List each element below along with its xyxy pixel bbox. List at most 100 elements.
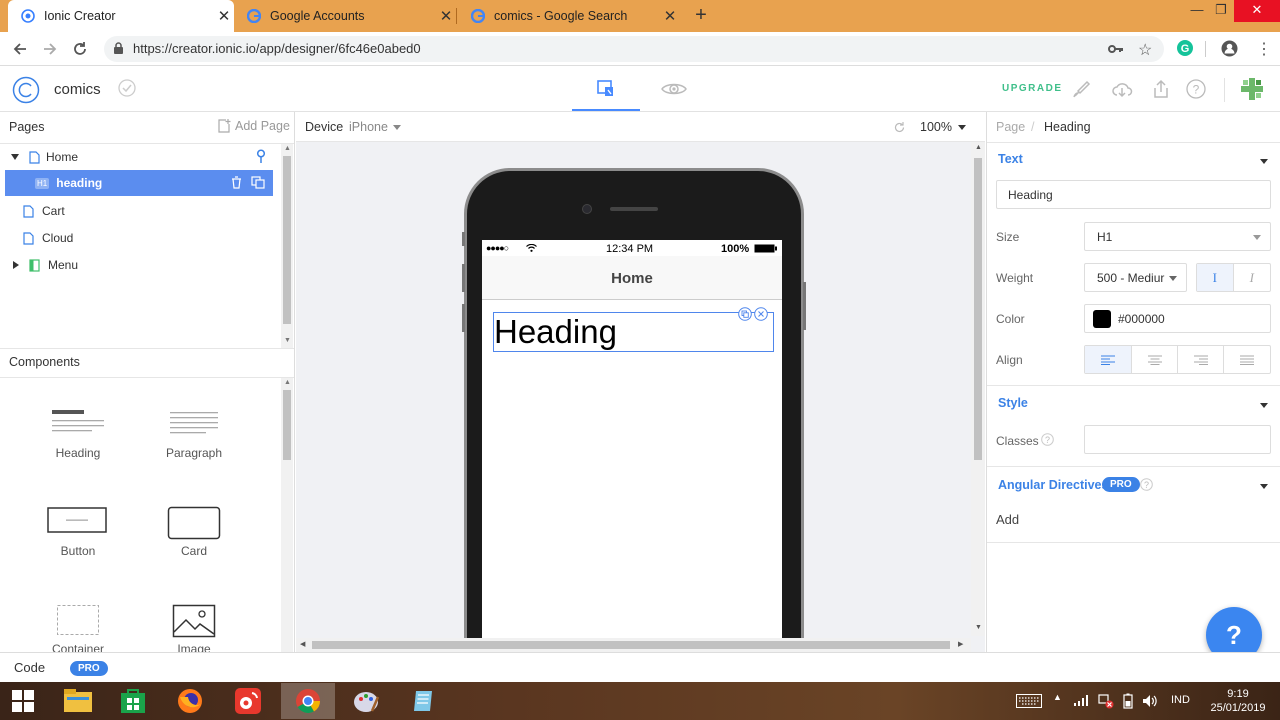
cloud-download-icon[interactable] [1110,77,1134,101]
zoom-select[interactable]: 100% [920,120,966,134]
classes-input[interactable] [1084,425,1271,454]
device-select[interactable]: iPhone [349,120,401,134]
keyboard-icon[interactable] [1016,694,1042,708]
canvas-vertical-scrollbar[interactable]: ▲ ▼ [971,142,985,636]
scroll-up-arrow-icon[interactable]: ▲ [284,145,291,152]
remove-element-icon[interactable] [754,307,768,321]
scroll-left-arrow-icon[interactable]: ◀ [300,640,305,648]
volume-icon[interactable] [1142,693,1158,709]
duplicate-icon[interactable] [251,176,265,189]
components-scrollbar[interactable]: ▲ [281,378,293,652]
preview-eye-icon[interactable] [660,77,688,101]
show-hidden-icons-icon[interactable]: ▲ [1053,692,1062,702]
tree-item-home[interactable]: Home [5,144,273,170]
tree-item-menu[interactable]: Menu [5,252,273,278]
angular-help-icon[interactable]: ? [1140,478,1153,491]
align-left-icon[interactable] [1085,346,1132,373]
store-icon[interactable] [106,683,160,719]
weight-select[interactable]: 500 - Mediur [1084,263,1187,292]
tab-ionic-creator[interactable]: Ionic Creator ✕ [8,0,234,32]
scroll-up-arrow-icon[interactable]: ▲ [975,144,982,151]
restore-window-button[interactable]: ❐ [1206,0,1236,22]
selected-heading-element[interactable]: Heading [493,307,774,352]
component-button[interactable]: Button [23,506,133,558]
section-collapse-caret-icon[interactable] [1260,484,1268,489]
tree-item-cart[interactable]: Cart [5,198,273,224]
url-text[interactable]: https://creator.ionic.io/app/designer/6f… [133,41,421,56]
add-directive-button[interactable]: Add [996,512,1019,527]
component-heading[interactable]: Heading [23,408,133,460]
code-button[interactable]: Code [14,660,45,675]
tab-google-accounts[interactable]: Google Accounts ✕ [234,0,456,32]
back-icon[interactable] [10,39,30,59]
add-page-button[interactable]: Add Page [217,119,290,133]
align-right-icon[interactable] [1178,346,1224,373]
file-explorer-icon[interactable] [51,683,105,719]
collapse-caret-icon[interactable] [13,261,27,269]
bookmark-star-icon[interactable]: ☆ [1138,40,1152,60]
firefox-icon[interactable] [163,683,217,719]
duplicate-element-icon[interactable] [738,307,752,321]
component-card[interactable]: Card [139,506,249,558]
text-input[interactable]: Heading [996,180,1271,209]
text-section-title[interactable]: Text [998,152,1023,166]
paint-app-icon[interactable] [339,683,393,719]
account-icon[interactable] [1221,40,1238,57]
align-justify-icon[interactable] [1224,346,1270,373]
tree-item-heading[interactable]: H1 heading [5,170,273,196]
component-image[interactable]: Image [139,604,249,656]
close-tab-icon[interactable]: ✕ [660,7,680,25]
canvas-horizontal-scrollbar[interactable]: ◀ ▶ [296,638,971,652]
color-swatch[interactable] [1093,309,1111,328]
heading-preview-text[interactable]: Heading [494,313,617,351]
component-container[interactable]: Container [23,604,133,656]
scroll-down-arrow-icon[interactable]: ▼ [975,624,982,631]
pages-scroll-thumb[interactable] [283,156,291,324]
canvas-v-scroll-thumb[interactable] [974,158,982,460]
scroll-right-arrow-icon[interactable]: ▶ [958,640,963,648]
tab-google-search[interactable]: comics - Google Search ✕ [458,0,680,32]
system-clock[interactable]: 9:19 25/01/2019 [1198,687,1278,715]
help-circle-icon[interactable]: ? [1184,77,1208,101]
breadcrumb-page[interactable]: Page [996,120,1025,134]
reload-icon[interactable] [70,39,90,59]
home-pin-icon[interactable] [256,149,266,163]
new-tab-button[interactable]: + [690,4,712,26]
input-language[interactable]: IND [1171,694,1190,706]
close-tab-icon[interactable]: ✕ [436,7,456,25]
designer-mode-icon[interactable] [594,77,618,101]
scroll-up-arrow-icon[interactable]: ▲ [284,379,291,386]
classes-help-icon[interactable]: ? [1041,433,1054,446]
expand-caret-icon[interactable] [11,154,25,160]
close-window-button[interactable]: ✕ [1234,0,1280,22]
grammarly-icon[interactable]: G [1177,40,1193,56]
angular-directives-title[interactable]: Angular Directives [998,478,1108,492]
weibo-app-icon[interactable] [221,683,275,719]
theme-brush-icon[interactable] [1070,77,1094,101]
size-select[interactable]: H1 [1084,222,1271,251]
upgrade-button[interactable]: UPGRADE [1002,83,1063,94]
project-name[interactable]: comics [54,81,101,98]
align-center-icon[interactable] [1132,346,1178,373]
user-avatar-icon[interactable] [1240,77,1264,101]
component-paragraph[interactable]: Paragraph [139,408,249,460]
network-error-icon[interactable] [1098,693,1114,709]
scroll-down-arrow-icon[interactable]: ▼ [284,337,291,344]
tree-item-cloud[interactable]: Cloud [5,225,273,251]
battery-status-icon[interactable] [1121,693,1135,709]
browser-menu-icon[interactable]: ⋮ [1256,39,1272,59]
ionic-logo-icon[interactable] [12,76,40,104]
color-input[interactable]: #000000 [1084,304,1271,333]
forward-icon[interactable] [40,39,60,59]
italic-toggle-icon[interactable]: I [1234,264,1271,291]
close-tab-icon[interactable]: ✕ [214,7,234,25]
notes-app-icon[interactable] [397,683,451,719]
delete-trash-icon[interactable] [231,176,242,189]
serif-italic-toggle-icon[interactable]: I [1197,264,1234,291]
windows-start-icon[interactable] [0,683,46,719]
section-collapse-caret-icon[interactable] [1260,403,1268,408]
rotate-icon[interactable] [893,121,906,134]
section-collapse-caret-icon[interactable] [1260,159,1268,164]
pages-scrollbar[interactable]: ▲ ▼ [281,144,293,348]
components-scroll-thumb[interactable] [283,390,291,460]
